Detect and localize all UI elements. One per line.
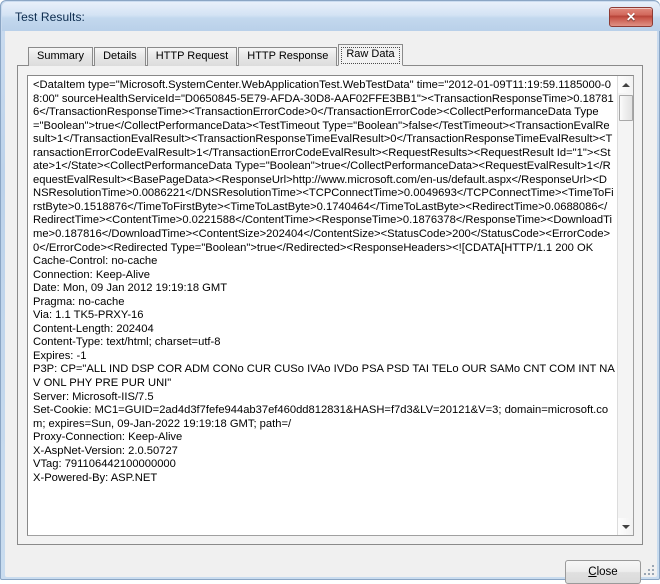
close-button-accel: C (588, 566, 597, 578)
scroll-down-arrow-icon (622, 524, 630, 529)
client-area: Summary Details HTTP Request HTTP Respon… (5, 31, 657, 584)
tab-summary[interactable]: Summary (28, 47, 94, 66)
tab-summary-label: Summary (37, 50, 85, 62)
window-close-button[interactable]: ✕ (609, 7, 653, 27)
tab-raw-data-label: Raw Data (346, 48, 395, 60)
close-x-icon: ✕ (625, 10, 637, 24)
raw-data-vertical-scrollbar[interactable] (617, 76, 633, 535)
tab-panel-raw-data (17, 65, 643, 545)
title-bar[interactable]: Test Results: ✕ (2, 2, 660, 31)
scroll-up-arrow-icon (622, 82, 630, 87)
tab-http-response[interactable]: HTTP Response (238, 47, 338, 66)
close-button-label: lose (596, 566, 618, 578)
tab-details-label: Details (103, 50, 137, 62)
tab-details[interactable]: Details (94, 47, 146, 66)
tab-strip: Summary Details HTTP Request HTTP Respon… (28, 44, 404, 66)
raw-data-textbox[interactable] (27, 75, 634, 536)
tab-http-request[interactable]: HTTP Request (146, 47, 238, 66)
scroll-down-button[interactable] (618, 518, 633, 535)
scroll-up-button[interactable] (618, 76, 633, 93)
raw-data-text[interactable] (28, 76, 618, 535)
window-title: Test Results: (15, 9, 85, 24)
tab-raw-data[interactable]: Raw Data (338, 44, 403, 66)
test-results-window: Test Results: ✕ Summary Details HTTP Req… (0, 0, 660, 584)
close-button[interactable]: Close (565, 560, 641, 584)
resize-grip[interactable] (641, 562, 654, 575)
tab-http-request-label: HTTP Request (155, 50, 229, 62)
scrollbar-thumb[interactable] (619, 95, 633, 121)
tab-http-response-label: HTTP Response (247, 50, 329, 62)
